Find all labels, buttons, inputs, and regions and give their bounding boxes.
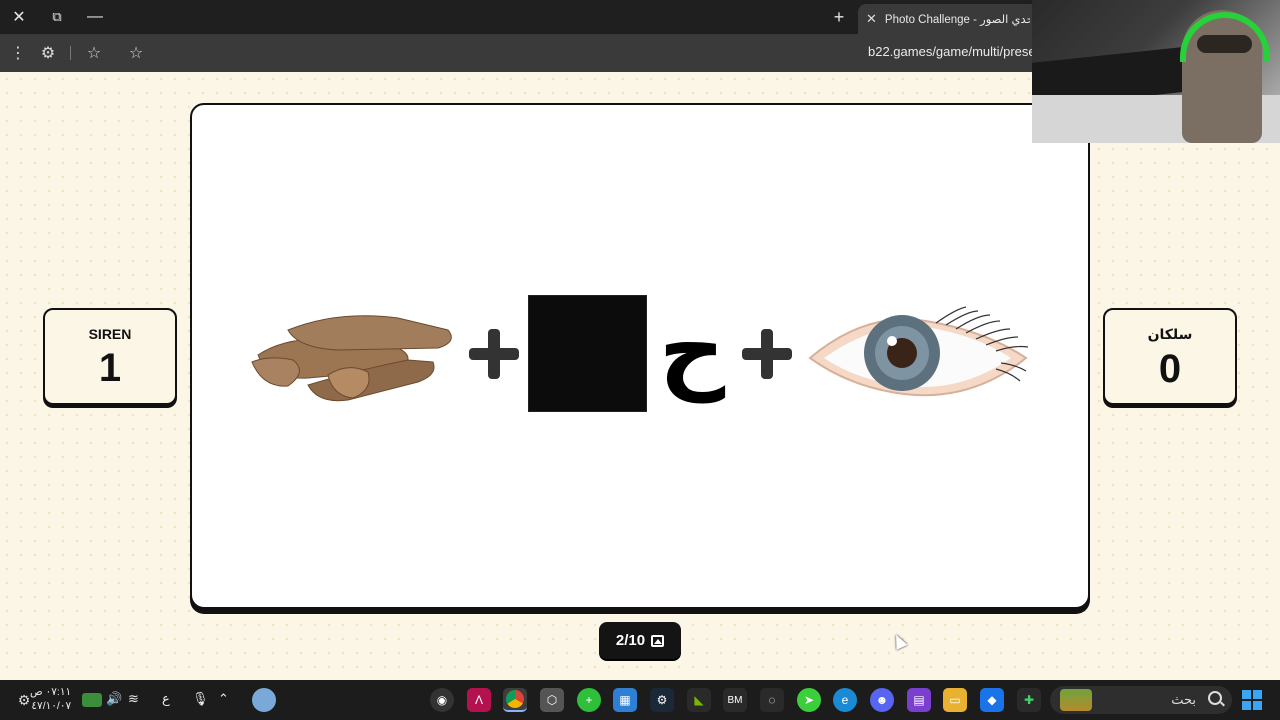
arabic-letter: ح [658, 296, 726, 403]
window-restore-icon[interactable]: ⧉ [38, 0, 76, 34]
search-placeholder: بحث [1171, 692, 1196, 707]
bm-icon[interactable]: BM [723, 688, 747, 712]
eye-image [808, 306, 1029, 397]
app-red-icon[interactable]: Λ [467, 688, 491, 712]
window-close-icon[interactable]: ✕ [0, 0, 38, 34]
image-icon [651, 634, 665, 647]
black-square-image [528, 295, 647, 412]
green-arrow-icon[interactable]: ➤ [797, 688, 821, 712]
clock-time: ٠٧:١١ ص [30, 686, 72, 698]
taskbar-clock[interactable]: ٠٧:١١ ص ٤٧/١٠/٠٧ [30, 685, 71, 713]
nvidia-icon[interactable]: ◣ [687, 688, 711, 712]
clock-date: ٤٧/١٠/٠٧ [31, 700, 72, 712]
discord-icon[interactable]: ☻ [870, 688, 894, 712]
wifi-icon[interactable]: ≋ [128, 691, 139, 707]
chrome-icon[interactable] [503, 688, 527, 712]
extension-icon[interactable]: ⚙ [34, 39, 62, 67]
clapper-icon[interactable]: ▤ [907, 688, 931, 712]
search-highlight-image [1060, 689, 1092, 711]
player-name: SIREN [88, 326, 132, 342]
tab-title: Photo Challenge - تحدي الصور [884, 14, 1030, 26]
bluesky-icon[interactable]: ◆ [980, 688, 1004, 712]
taskbar-search[interactable]: بحث [1050, 686, 1232, 714]
volume-icon[interactable]: 🔊 [106, 691, 122, 707]
plus-sign-2 [742, 329, 792, 379]
player-score: 0 [1158, 347, 1182, 391]
window-minimize-icon[interactable]: — [76, 0, 114, 34]
chevron-up-icon[interactable]: ⌃ [218, 691, 229, 707]
tab-close-icon[interactable]: ✕ [866, 11, 877, 27]
score-box-right: سلكان 0 [1103, 308, 1237, 405]
weather-icon[interactable] [252, 688, 276, 712]
player-name: سلكان [1147, 326, 1193, 342]
round-counter: 2/10 [599, 622, 681, 659]
browser-tab[interactable]: ✕ Photo Challenge - تحدي الصور [858, 4, 1038, 34]
ring-icon[interactable]: ◌ [760, 688, 784, 712]
steam-icon[interactable]: ⚙ [650, 688, 674, 712]
battery-icon[interactable] [82, 693, 102, 707]
score-box-left: SIREN 1 [43, 308, 177, 405]
edge-icon[interactable]: e [833, 688, 857, 712]
search-icon [1208, 691, 1222, 705]
windows-start-icon[interactable] [1242, 690, 1262, 710]
address-bar[interactable]: b22.games/game/multi/present [868, 44, 1046, 59]
language-indicator[interactable]: ع [162, 691, 170, 707]
microphone-icon[interactable]: 🎙 [192, 691, 209, 707]
taskbar: ⚙ ٠٧:١١ ص ٤٧/١٠/٠٧ 🔊 ≋ ع 🎙 ⌃ ◉ Λ ⬡ + ▦ ⚙… [0, 680, 1280, 720]
store-icon[interactable]: ▦ [613, 688, 637, 712]
folder-icon[interactable]: ▭ [943, 688, 967, 712]
xbox-icon[interactable]: + [577, 688, 601, 712]
new-tab-button[interactable]: + [826, 4, 852, 30]
unity-icon[interactable]: ⬡ [540, 688, 564, 712]
round-counter-text: 2/10 [615, 632, 646, 649]
webcam-overlay [1032, 0, 1280, 143]
wood-pieces-image [251, 315, 452, 402]
plus-sign-1 [469, 329, 519, 379]
bookmark-star-icon[interactable]: ☆ [122, 39, 150, 67]
green-x-icon[interactable]: ✚ [1017, 688, 1041, 712]
bookmark-all-icon[interactable]: ☆ [80, 39, 108, 67]
browser-menu-icon[interactable]: ⋮ [4, 39, 32, 67]
toolbar-divider [70, 46, 71, 60]
obs-icon[interactable]: ◉ [430, 688, 454, 712]
player-score: 1 [98, 346, 122, 390]
